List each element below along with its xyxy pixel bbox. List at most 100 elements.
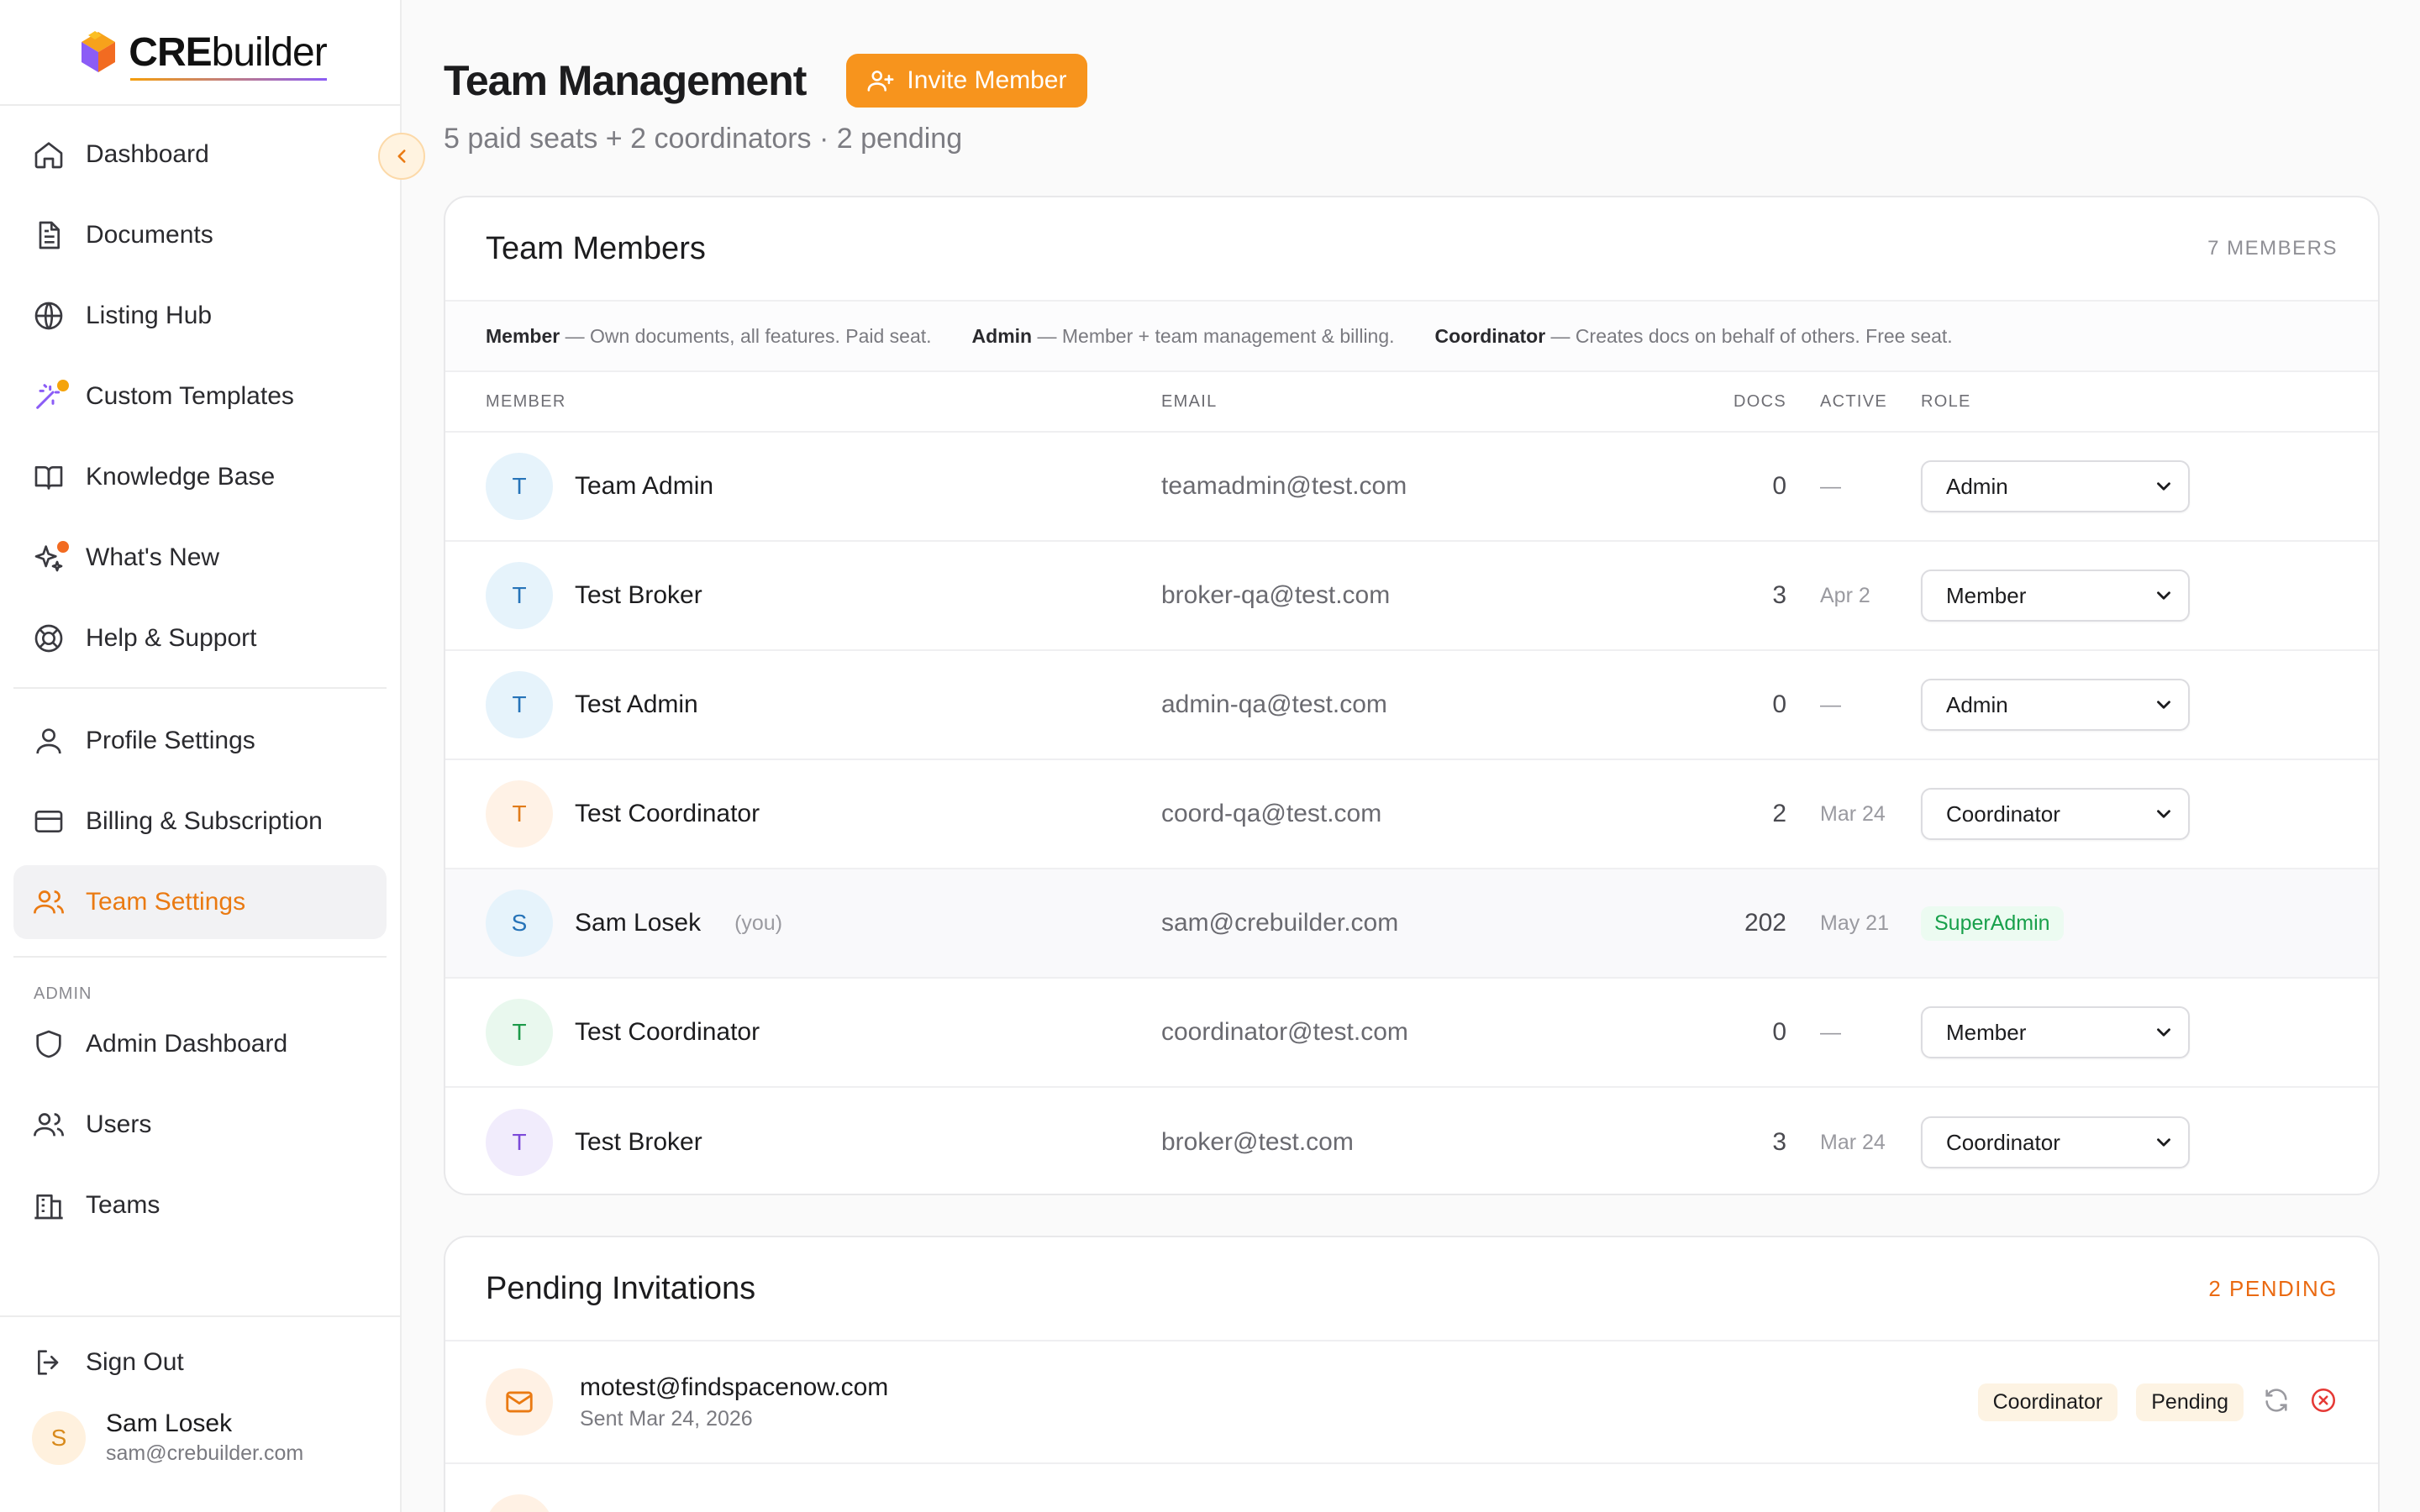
member-cell: S Sam Losek (you) — [486, 890, 1161, 957]
brand-logo[interactable]: CREbuilder — [0, 0, 400, 106]
table-row: T Test Broker broker@test.com 3 Mar 24 C… — [445, 1088, 2378, 1194]
role-cell: Coordinator — [1921, 788, 2190, 840]
invite-member-button[interactable]: Invite Member — [846, 54, 1087, 108]
card-title: Team Members — [486, 230, 706, 266]
table-row: T Test Coordinator coord-qa@test.com 2 M… — [445, 760, 2378, 869]
invitation-row-partial — [445, 1464, 2378, 1512]
role-select[interactable]: Admin — [1921, 679, 2190, 731]
role-select[interactable]: Admin — [1921, 460, 2190, 512]
page-subtitle: 5 paid seats + 2 coordinators · 2 pendin… — [444, 123, 963, 155]
member-name: Test Coordinator — [575, 1018, 760, 1046]
sidebar-item-label: Custom Templates — [86, 382, 294, 410]
avatar: T — [486, 999, 553, 1066]
collapse-sidebar-button[interactable] — [378, 133, 425, 180]
member-cell: T Test Broker — [486, 1109, 1161, 1176]
chevron-down-icon — [2157, 482, 2170, 491]
user-email: sam@crebuilder.com — [106, 1441, 304, 1465]
table-row: T Test Coordinator coordinator@test.com … — [445, 979, 2378, 1088]
sidebar-item-whats-new[interactable]: What's New — [13, 521, 387, 595]
current-user[interactable]: S Sam Losek sam@crebuilder.com — [13, 1399, 387, 1466]
member-name: Test Broker — [575, 581, 702, 609]
admin-section-label: ADMIN — [34, 984, 92, 1003]
user-icon — [36, 728, 61, 754]
sidebar-item-teams[interactable]: Teams — [13, 1168, 387, 1242]
member-cell: T Test Coordinator — [486, 780, 1161, 848]
role-select[interactable]: Coordinator — [1921, 1116, 2190, 1168]
invitation-sent-date: Sent Mar 24, 2026 — [580, 1406, 753, 1431]
member-email: admin-qa@test.com — [1161, 690, 1387, 718]
document-icon — [39, 221, 60, 249]
card-title: Pending Invitations — [486, 1270, 756, 1306]
lifebuoy-icon — [34, 624, 63, 653]
chevron-left-icon — [397, 150, 406, 163]
member-email: broker@test.com — [1161, 1128, 1354, 1156]
resend-invitation-button[interactable] — [2262, 1386, 2291, 1419]
credit-card-icon — [34, 811, 63, 832]
admin-nav: Admin Dashboard Users Teams — [0, 1007, 400, 1242]
sign-out-label: Sign Out — [86, 1348, 184, 1376]
revoke-invitation-button[interactable] — [2309, 1386, 2338, 1419]
role-select[interactable]: Member — [1921, 1006, 2190, 1058]
column-header-role: ROLE — [1921, 391, 1971, 411]
sidebar-item-label: Billing & Subscription — [86, 807, 323, 835]
member-docs: 202 — [1744, 909, 1786, 937]
mail-icon-badge — [486, 1494, 553, 1512]
role-select[interactable]: Coordinator — [1921, 788, 2190, 840]
main-content: Team Management Invite Member 5 paid sea… — [444, 0, 2380, 1512]
avatar: T — [486, 453, 553, 520]
member-name: Sam Losek — [575, 909, 702, 937]
card-header: Pending Invitations 2 PENDING — [445, 1237, 2378, 1341]
sidebar-item-admin-dashboard[interactable]: Admin Dashboard — [13, 1007, 387, 1081]
member-email: coord-qa@test.com — [1161, 800, 1382, 827]
page-header: Team Management Invite Member — [444, 54, 2380, 108]
sidebar-item-users[interactable]: Users — [13, 1088, 387, 1162]
column-header-docs: DOCS — [1733, 391, 1786, 411]
invitation-status-badge: Pending — [2136, 1383, 2244, 1421]
sidebar-item-billing[interactable]: Billing & Subscription — [13, 785, 387, 858]
table-header: MEMBER EMAIL DOCS ACTIVE ROLE — [445, 372, 2378, 433]
sidebar-item-label: Knowledge Base — [86, 463, 276, 491]
avatar: T — [486, 780, 553, 848]
sidebar-item-dashboard[interactable]: Dashboard — [13, 118, 387, 192]
book-icon — [34, 466, 63, 490]
member-last-active: — — [1820, 474, 1841, 498]
invitation-row: motest@findspacenow.com Sent Mar 24, 202… — [445, 1341, 2378, 1464]
settings-nav: Profile Settings Billing & Subscription … — [0, 704, 400, 939]
sidebar-item-profile-settings[interactable]: Profile Settings — [13, 704, 387, 778]
sidebar-item-label: Documents — [86, 221, 213, 249]
sign-out-button[interactable]: Sign Out — [13, 1332, 387, 1393]
sidebar-item-team-settings[interactable]: Team Settings — [13, 865, 387, 939]
member-cell: T Test Broker — [486, 562, 1161, 629]
member-last-active: Mar 24 — [1820, 801, 1886, 826]
sidebar-item-custom-templates[interactable]: Custom Templates — [13, 360, 387, 433]
member-last-active: May 21 — [1820, 911, 1889, 935]
sidebar-item-label: Profile Settings — [86, 727, 255, 754]
role-cell: SuperAdmin — [1921, 906, 2064, 941]
sidebar: CREbuilder Dashboard Documents Listing H… — [0, 0, 425, 1512]
member-email: broker-qa@test.com — [1161, 581, 1391, 609]
you-tag: (you) — [734, 911, 783, 935]
table-row: S Sam Losek (you) sam@crebuilder.com 202… — [445, 869, 2378, 979]
sidebar-item-documents[interactable]: Documents — [13, 198, 387, 272]
role-select[interactable]: Member — [1921, 570, 2190, 622]
role-select-value: Member — [1946, 1019, 2027, 1045]
chevron-down-icon — [2157, 1028, 2170, 1037]
sidebar-item-knowledge-base[interactable]: Knowledge Base — [13, 440, 387, 514]
chevron-down-icon — [2157, 810, 2170, 818]
sidebar-item-label: What's New — [86, 543, 220, 571]
table-row: T Test Admin admin-qa@test.com 0 — Admin — [445, 651, 2378, 760]
member-cell: T Test Coordinator — [486, 999, 1161, 1066]
member-count: 7 MEMBERS — [2207, 237, 2338, 260]
sidebar-item-listing-hub[interactable]: Listing Hub — [13, 279, 387, 353]
sidebar-divider — [13, 687, 387, 689]
member-last-active: Mar 24 — [1820, 1130, 1886, 1154]
member-last-active: — — [1820, 692, 1841, 717]
invitation-email: motest@findspacenow.com — [580, 1373, 889, 1401]
users-icon — [34, 890, 64, 914]
user-plus-icon — [867, 71, 894, 92]
invitation-role-badge: Coordinator — [1977, 1383, 2118, 1421]
member-docs: 3 — [1772, 581, 1786, 609]
avatar: S — [32, 1410, 86, 1465]
sidebar-item-help-support[interactable]: Help & Support — [13, 601, 387, 675]
user-name: Sam Losek — [106, 1410, 233, 1437]
